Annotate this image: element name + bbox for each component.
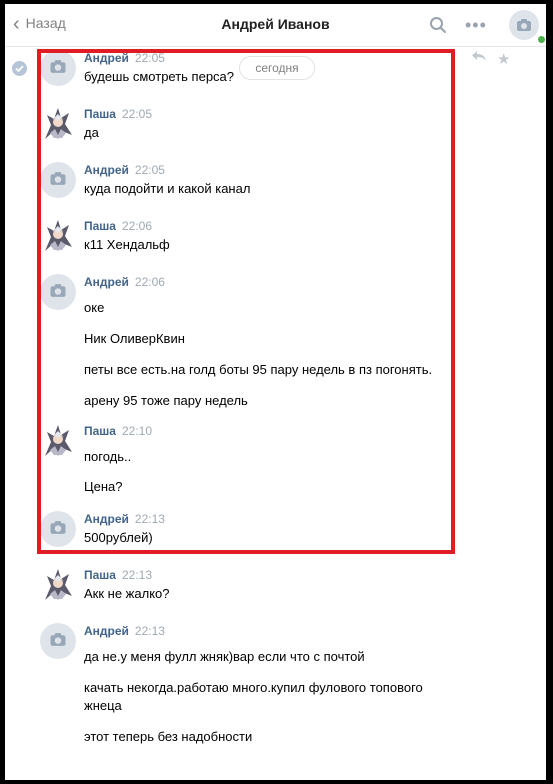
chat-window: ‹ Назад Андрей Иванов ••• ★ сегодня Андре… [5, 4, 546, 780]
contact-avatar[interactable] [509, 10, 546, 45]
more-options-icon[interactable]: ••• [465, 15, 487, 36]
sender-name[interactable]: Андрей [84, 624, 129, 638]
message-time: 22:13 [134, 624, 165, 638]
sender-name[interactable]: Паша [84, 568, 116, 582]
anime-avatar-icon [41, 566, 75, 605]
chat-header: ‹ Назад Андрей Иванов ••• [5, 4, 546, 47]
message-time: 22:13 [121, 568, 153, 582]
search-icon[interactable] [429, 16, 447, 37]
reply-icon[interactable] [471, 50, 487, 65]
highlight-box [37, 49, 455, 554]
camera-icon [49, 632, 67, 650]
message-meta: Андрей 22:13 [84, 623, 165, 638]
message-text: да не.у меня фулл жняк)вар если что с по… [84, 649, 365, 664]
selected-checkmark-icon[interactable] [12, 61, 27, 76]
sender-avatar[interactable] [40, 567, 76, 603]
message-meta: Паша 22:13 [84, 567, 152, 582]
message-text: Акк не жалко? [84, 586, 170, 601]
star-icon[interactable]: ★ [497, 50, 510, 68]
message-text: жнеца [84, 698, 122, 713]
sender-avatar[interactable] [40, 623, 76, 659]
online-indicator [536, 34, 546, 45]
message-text: качать некогда.работаю много.купил фулов… [84, 680, 423, 695]
message-text: этот теперь без надобности [84, 729, 253, 744]
camera-icon [517, 19, 531, 31]
